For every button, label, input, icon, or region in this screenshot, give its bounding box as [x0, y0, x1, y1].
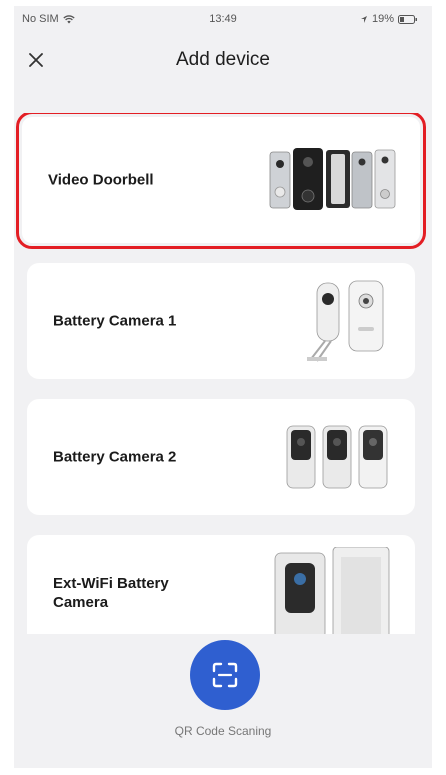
ext-wifi-camera-image: [274, 547, 390, 634]
device-label: Battery Camera 1: [53, 312, 177, 330]
device-card-battery-camera-2[interactable]: Battery Camera 2: [27, 399, 415, 515]
phone-screen: No SIM 13:49 19% Add device Video Doorbe…: [14, 6, 432, 768]
device-label: Video Doorbell: [48, 171, 154, 189]
device-card-video-doorbell[interactable]: Video Doorbell: [16, 113, 426, 249]
battery-icon: [398, 14, 417, 24]
header: Add device: [14, 34, 432, 84]
location-icon: [360, 15, 367, 23]
battery-camera-image: [307, 280, 384, 362]
device-card-battery-camera-1[interactable]: Battery Camera 1: [27, 263, 415, 379]
page-title: Add device: [175, 49, 270, 70]
qr-scan-button[interactable]: [190, 640, 260, 710]
status-right: 19%: [360, 13, 418, 25]
video-doorbell-image: [269, 148, 396, 210]
battery-camera-image: [286, 425, 388, 489]
device-card-ext-wifi-battery-camera[interactable]: Ext-WiFi Battery Camera: [27, 535, 415, 634]
device-list[interactable]: Video Doorbell Battery Camera 1 Battery …: [14, 113, 432, 634]
device-label: Battery Camera 2: [53, 448, 177, 466]
battery-percent: 19%: [371, 13, 394, 25]
qr-scan-label: QR Code Scaning: [174, 724, 272, 738]
scan-icon: [212, 662, 238, 688]
device-label: Ext-WiFi Battery Camera: [53, 575, 169, 611]
status-bar: No SIM 13:49 19%: [14, 6, 432, 32]
